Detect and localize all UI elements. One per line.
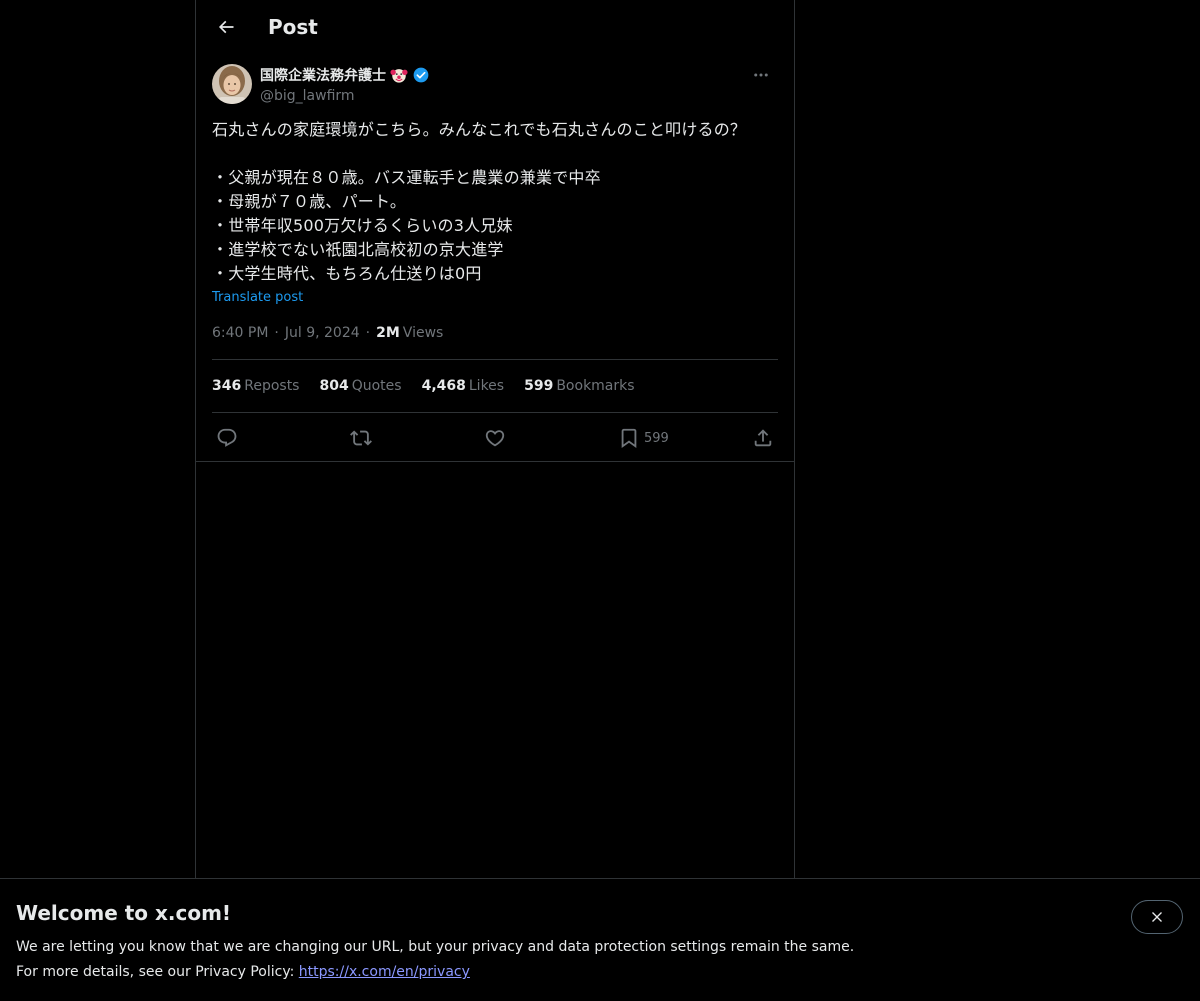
likes-count: 4,468 xyxy=(421,378,466,394)
likes-label: Likes xyxy=(468,378,505,394)
close-icon xyxy=(1152,912,1162,922)
privacy-policy-link[interactable]: https://x.com/en/privacy xyxy=(299,964,470,980)
repost-button[interactable] xyxy=(350,422,372,454)
author-name[interactable]: 国際企業法務弁護士 xyxy=(260,65,386,85)
meta-separator: · xyxy=(274,325,279,341)
post-date[interactable]: Jul 9, 2024 xyxy=(285,325,360,341)
post-time[interactable]: 6:40 PM xyxy=(212,325,268,341)
post-header: Post xyxy=(196,0,794,54)
banner-line-1: We are letting you know that we are chan… xyxy=(16,939,855,955)
reposts-label: Reposts xyxy=(244,378,300,394)
views-label: Views xyxy=(402,325,444,341)
translate-post-link[interactable]: Translate post xyxy=(212,290,303,305)
more-options-button[interactable] xyxy=(744,64,778,86)
divider xyxy=(196,461,794,462)
clown-emoji-icon xyxy=(390,69,408,83)
url-change-banner: Welcome to x.com! We are letting you kno… xyxy=(0,878,1200,1001)
divider xyxy=(212,412,778,413)
banner-title: Welcome to x.com! xyxy=(16,901,232,925)
back-button[interactable] xyxy=(208,9,244,45)
divider xyxy=(212,359,778,360)
quotes-stat[interactable]: 804 Quotes xyxy=(319,378,401,394)
bookmarks-count: 599 xyxy=(524,378,554,394)
reposts-count: 346 xyxy=(212,378,242,394)
meta-separator: · xyxy=(365,325,371,341)
bookmarks-label: Bookmarks xyxy=(556,378,635,394)
banner-text: We are letting you know that we are chan… xyxy=(16,935,854,985)
post-text: 石丸さんの家庭環境がこちら。みんなこれでも石丸さんのこと叩けるの？ ・父親が現在… xyxy=(212,120,747,283)
quotes-label: Quotes xyxy=(351,378,402,394)
share-icon xyxy=(754,429,772,447)
reposts-stat[interactable]: 346 Reposts xyxy=(212,378,299,394)
post-meta: 6:40 PM · Jul 9, 2024 · 2M Views xyxy=(212,325,443,341)
author-info: 国際企業法務弁護士 @big_lawfirm xyxy=(260,64,430,106)
page-title: Post xyxy=(268,15,318,39)
post-actions: 599 xyxy=(212,422,778,454)
verified-badge-icon xyxy=(413,67,429,83)
author-handle[interactable]: @big_lawfirm xyxy=(260,86,430,106)
banner-line-2-prefix: For more details, see our Privacy Policy… xyxy=(16,964,299,980)
bookmark-button[interactable]: 599 xyxy=(618,422,669,454)
quotes-count: 804 xyxy=(319,378,349,394)
bookmark-icon xyxy=(621,428,637,449)
close-banner-button[interactable] xyxy=(1131,900,1183,934)
more-icon xyxy=(754,73,768,77)
banner-line-2: For more details, see our Privacy Policy… xyxy=(16,960,854,985)
like-button[interactable] xyxy=(484,422,506,454)
primary-column: Post 国際企業法務弁護士 @big_lawfirm 石丸さんの家庭環境がこち… xyxy=(195,0,795,878)
avatar[interactable] xyxy=(212,64,252,104)
back-arrow-icon xyxy=(218,20,234,34)
likes-stat[interactable]: 4,468 Likes xyxy=(422,378,505,394)
share-button[interactable] xyxy=(752,422,774,454)
post-stats: 346 Reposts 804 Quotes 4,468 Likes 599 Bookm… xyxy=(212,378,655,394)
reply-icon xyxy=(217,428,237,447)
views-count: 2M xyxy=(376,325,400,341)
like-icon xyxy=(485,430,505,447)
bookmark-count: 599 xyxy=(644,430,669,446)
reply-button[interactable] xyxy=(216,422,238,454)
repost-icon xyxy=(350,430,372,446)
bookmarks-stat[interactable]: 599 Bookmarks xyxy=(524,378,634,394)
